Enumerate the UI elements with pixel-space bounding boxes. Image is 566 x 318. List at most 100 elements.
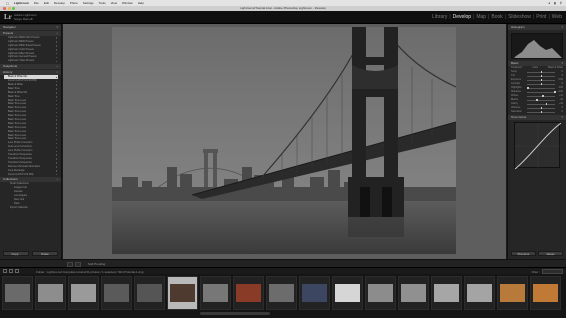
apple-icon[interactable]: : [6, 1, 9, 6]
filmstrip-thumbnail[interactable]: [167, 276, 198, 310]
thumbnail-image: [170, 284, 195, 302]
menu-file[interactable]: File: [34, 1, 39, 5]
soft-proofing-label[interactable]: Soft Proofing: [88, 262, 105, 266]
photo-preview[interactable]: [112, 27, 456, 254]
menu-app-name[interactable]: Lightroom: [14, 1, 29, 5]
histogram-graph: [514, 40, 562, 58]
slider-track[interactable]: [527, 103, 555, 105]
grid-view-icon[interactable]: [3, 269, 7, 274]
filmstrip-thumbnail[interactable]: [101, 276, 132, 310]
menu-window[interactable]: Window: [122, 1, 133, 5]
history-step[interactable]: Import (1/2/13 5:20 PM): [8, 173, 58, 177]
slider-knob[interactable]: [540, 110, 543, 114]
slider-knob[interactable]: [536, 98, 538, 102]
slider-knob[interactable]: [540, 78, 543, 82]
before-after-icon[interactable]: [75, 261, 81, 267]
collection-item[interactable]: Import Collection: [0, 206, 61, 210]
tone-curve-graph[interactable]: [514, 122, 562, 170]
menu-view[interactable]: View: [111, 1, 117, 5]
identity-line2: Serge Ramelli: [14, 17, 33, 21]
chevron-down-icon[interactable]: ▾: [561, 115, 563, 120]
filmstrip-scrollbar[interactable]: [200, 312, 270, 315]
slider-knob[interactable]: [545, 102, 548, 106]
slider-knob[interactable]: [542, 94, 544, 98]
slider-knob[interactable]: [540, 70, 543, 74]
slider-track[interactable]: [527, 95, 555, 97]
slider-knob[interactable]: [554, 90, 556, 94]
filmstrip-thumbnail[interactable]: [464, 276, 495, 310]
slider-saturation[interactable]: Saturation 0: [511, 110, 563, 114]
add-collection-icon[interactable]: +: [56, 177, 58, 182]
module-map[interactable]: Map: [476, 14, 486, 20]
filmstrip-thumbnail[interactable]: [134, 276, 165, 310]
module-print[interactable]: Print: [536, 14, 546, 20]
copy-button[interactable]: Copy...: [3, 251, 29, 256]
slider-track[interactable]: [527, 99, 555, 101]
slider-knob[interactable]: [540, 106, 543, 110]
thumbnail-image: [71, 284, 96, 302]
histogram-header[interactable]: Histogram ▾: [508, 25, 566, 30]
add-snapshot-icon[interactable]: +: [56, 64, 58, 69]
zoom-icon[interactable]: [12, 7, 15, 10]
menu-photo[interactable]: Photo: [70, 1, 78, 5]
filmstrip-thumbnail[interactable]: [398, 276, 429, 310]
slider-knob[interactable]: [527, 86, 529, 90]
forward-arrow-icon[interactable]: [15, 269, 19, 274]
module-web[interactable]: Web: [552, 14, 562, 20]
module-separator: |: [488, 14, 490, 20]
menu-edit[interactable]: Edit: [44, 1, 49, 5]
filmstrip-thumbnail[interactable]: [2, 276, 33, 310]
filmstrip-thumbnail[interactable]: [332, 276, 363, 310]
paste-button[interactable]: Paste: [32, 251, 58, 256]
filmstrip-thumbnail[interactable]: [35, 276, 66, 310]
menu-settings[interactable]: Settings: [83, 1, 94, 5]
back-arrow-icon[interactable]: [9, 269, 13, 274]
reset-button[interactable]: Reset: [538, 251, 563, 256]
menu-help[interactable]: Help: [138, 1, 144, 5]
slider-track[interactable]: [527, 87, 555, 89]
collections-header[interactable]: Collections +: [0, 177, 61, 183]
filmstrip-thumbnail[interactable]: [299, 276, 330, 310]
presets-title: Presets: [3, 31, 14, 35]
slider-knob[interactable]: [540, 82, 543, 86]
module-slideshow[interactable]: Slideshow: [508, 14, 531, 20]
module-separator: |: [473, 14, 475, 20]
battery-icon[interactable]: ▮: [554, 1, 556, 5]
module-develop[interactable]: Develop: [453, 14, 471, 20]
identity-text: Adobe Lightroom Serge Ramelli: [14, 13, 37, 21]
chevron-down-icon[interactable]: ▾: [561, 61, 563, 66]
preset-folder[interactable]: Lightroom Video Presets: [8, 59, 58, 63]
filmstrip-thumbnail[interactable]: [431, 276, 462, 310]
menu-develop[interactable]: Develop: [54, 1, 65, 5]
snapshots-header[interactable]: Snapshots +: [0, 64, 61, 70]
minimize-icon[interactable]: [7, 7, 11, 10]
previous-button[interactable]: Previous: [511, 251, 536, 256]
loupe-view-icon[interactable]: [67, 261, 73, 267]
filmstrip-thumbnail[interactable]: [68, 276, 99, 310]
chevron-down-icon[interactable]: ▾: [561, 25, 563, 30]
filmstrip-folder[interactable]: Folder : Lightroom4 Complete tutorial: [36, 270, 86, 274]
wifi-icon[interactable]: ●: [548, 1, 550, 5]
filmstrip-thumbnail[interactable]: [200, 276, 231, 310]
module-book[interactable]: Book: [491, 14, 502, 20]
filmstrip-thumbnail[interactable]: [266, 276, 297, 310]
chevron-down-icon[interactable]: ▾: [56, 25, 58, 30]
filmstrip-thumbnail[interactable]: [365, 276, 396, 310]
filmstrip-thumbnail[interactable]: [530, 276, 561, 310]
slider-knob[interactable]: [540, 74, 543, 78]
identity-plate: Lr Adobe Lightroom Serge Ramelli Library…: [0, 11, 566, 24]
thumbnail-image: [38, 284, 63, 302]
menu-tools[interactable]: Tools: [99, 1, 106, 5]
navigator-header[interactable]: Navigator ▾: [0, 25, 61, 30]
tone-curve-header[interactable]: Tone Curve ▾: [508, 115, 566, 120]
filter-dropdown[interactable]: [542, 269, 563, 274]
basic-header[interactable]: Basic ▾: [508, 61, 566, 66]
main-image-view[interactable]: [63, 24, 506, 259]
filmstrip-thumbnail[interactable]: [497, 276, 528, 310]
search-icon[interactable]: ⚲: [560, 1, 562, 5]
slider-track[interactable]: [527, 91, 555, 93]
slider-value[interactable]: 0: [562, 110, 563, 114]
filmstrip-thumbnail[interactable]: [233, 276, 264, 310]
module-library[interactable]: Library: [432, 14, 447, 20]
close-icon[interactable]: [3, 7, 6, 10]
